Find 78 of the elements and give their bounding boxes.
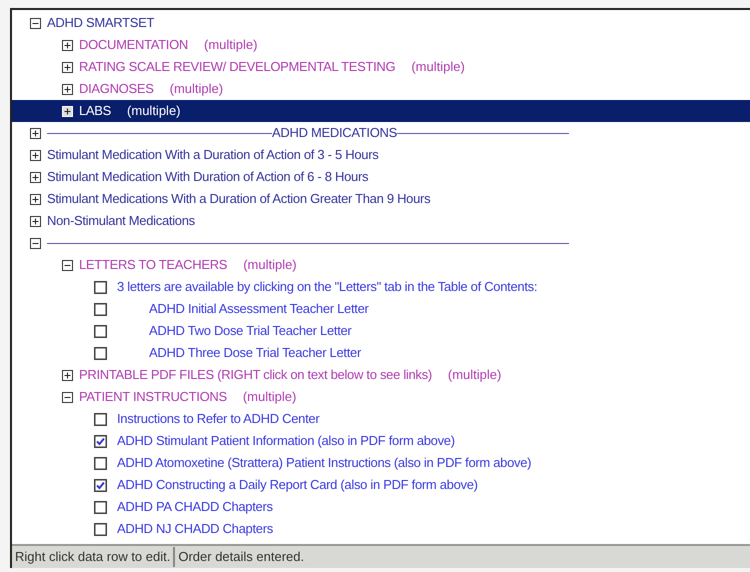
multiple-note: (multiple) <box>127 102 181 120</box>
multiple-note: (multiple) <box>243 256 297 274</box>
order-label: ADHD Initial Assessment Teacher Letter <box>148 300 369 318</box>
group-label: Stimulant Medication With Duration of Action of 6 - 8 Hours <box>47 168 368 186</box>
tree-row[interactable]: ADHD PA CHADD Chapters <box>12 496 750 518</box>
tree-row[interactable]: 3 letters are available by clicking on the "Letters" tab in the Table of Contents: <box>12 276 750 298</box>
multiple-note: (multiple) <box>204 36 258 54</box>
order-label: Instructions to Refer to ADHD Center <box>117 410 320 428</box>
collapse-icon[interactable] <box>30 18 41 28</box>
tree-row[interactable]: Instructions to Refer to ADHD Center <box>12 408 750 430</box>
divider-label: ADHD MEDICATIONS <box>272 124 397 142</box>
section-label: DOCUMENTATION <box>79 36 188 54</box>
tree-row[interactable]: PRINTABLE PDF FILES (RIGHT click on text below to see links) (multiple) <box>12 364 750 386</box>
tree-row[interactable]: LETTERS TO TEACHERS (multiple) <box>12 254 750 276</box>
order-label: ADHD Atomoxetine (Strattera) Patient Instructions (also in PDF form above) <box>117 454 532 472</box>
expand-icon[interactable] <box>30 216 41 226</box>
status-text: Order details entered. <box>177 548 306 566</box>
tree-row[interactable]: DIAGNOSES (multiple) <box>12 78 750 100</box>
checkbox[interactable] <box>94 346 107 360</box>
tree-row[interactable]: ADHD Constructing a Daily Report Card (also in PDF form above) <box>12 474 750 496</box>
selected-tree-row[interactable]: LABS (multiple) <box>12 100 750 122</box>
tree-row[interactable]: ADHD MEDICATIONS <box>12 122 750 144</box>
group-label: Stimulant Medication With a Duration of Action of 3 - 5 Hours <box>47 146 378 164</box>
expand-icon[interactable] <box>62 62 73 72</box>
checkbox[interactable] <box>94 522 107 536</box>
expand-icon[interactable] <box>30 150 41 160</box>
checkbox[interactable] <box>94 324 107 338</box>
checkbox[interactable] <box>94 478 107 492</box>
tree-row[interactable]: PATIENT INSTRUCTIONS (multiple) <box>12 386 750 408</box>
group-label: Non-Stimulant Medications <box>47 212 195 230</box>
section-label: LABS <box>79 102 112 120</box>
collapse-icon[interactable] <box>62 392 73 402</box>
status-text: Right click data row to edit. <box>12 547 176 567</box>
tree-row[interactable]: Non-Stimulant Medications <box>12 210 750 232</box>
tree-row[interactable]: ADHD Atomoxetine (Strattera) Patient Instructions (also in PDF form above) <box>12 452 750 474</box>
checkbox[interactable] <box>94 434 107 448</box>
tree-row[interactable]: Stimulant Medication With a Duration of Action of 3 - 5 Hours <box>12 144 750 166</box>
multiple-note: (multiple) <box>448 366 502 384</box>
checkbox[interactable] <box>94 280 107 294</box>
order-label: 3 letters are available by clicking on the "Letters" tab in the Table of Contents: <box>117 278 538 296</box>
expand-icon[interactable] <box>62 370 73 380</box>
order-label: ADHD Stimulant Patient Information (also in PDF form above) <box>117 432 455 450</box>
group-label: ADHD SMARTSET <box>47 14 154 32</box>
tree-row[interactable]: ADHD Two Dose Trial Teacher Letter <box>12 320 750 342</box>
tree-row[interactable]: ADHD NJ CHADD Chapters <box>12 518 750 540</box>
tree-row[interactable]: ADHD Initial Assessment Teacher Letter <box>12 298 750 320</box>
checkbox[interactable] <box>94 500 107 514</box>
expand-icon[interactable] <box>30 172 41 182</box>
order-label: ADHD Two Dose Trial Teacher Letter <box>148 322 352 340</box>
checkbox[interactable] <box>94 456 107 470</box>
tree-row[interactable]: DOCUMENTATION (multiple) <box>12 34 750 56</box>
tree-row[interactable]: RATING SCALE REVIEW/ DEVELOPMENTAL TESTING (multiple) <box>12 56 750 78</box>
order-label: ADHD PA CHADD Chapters <box>117 498 273 516</box>
collapse-icon[interactable] <box>62 260 73 270</box>
section-label: PRINTABLE PDF FILES (RIGHT click on text below to see links) <box>79 366 432 384</box>
collapse-icon[interactable] <box>30 238 41 248</box>
expand-icon[interactable] <box>30 194 41 204</box>
expand-icon[interactable] <box>30 128 41 138</box>
section-label: LETTERS TO TEACHERS <box>79 256 228 274</box>
order-label: ADHD NJ CHADD Chapters <box>117 520 273 538</box>
tree-row[interactable]: ADHD SMARTSET <box>12 12 750 34</box>
multiple-note: (multiple) <box>242 388 296 406</box>
expand-icon[interactable] <box>62 84 73 94</box>
order-label: ADHD Three Dose Trial Teacher Letter <box>148 344 361 362</box>
order-label: ADHD Constructing a Daily Report Card (also in PDF form above) <box>117 476 478 494</box>
section-label: DIAGNOSES <box>79 80 154 98</box>
tree-row[interactable]: ADHD Stimulant Patient Information (also in PDF form above) <box>12 430 750 452</box>
tree-row[interactable]: Stimulant Medications With a Duration of Action Greater Than 9 Hours <box>12 188 750 210</box>
section-label: PATIENT INSTRUCTIONS <box>79 388 227 406</box>
group-label: Stimulant Medications With a Duration of Action Greater Than 9 Hours <box>47 190 430 208</box>
multiple-note: (multiple) <box>411 58 465 76</box>
section-label: RATING SCALE REVIEW/ DEVELOPMENTAL TESTING <box>79 58 396 76</box>
multiple-note: (multiple) <box>170 80 224 98</box>
checkbox[interactable] <box>94 302 107 316</box>
tree-row[interactable]: ADHD Three Dose Trial Teacher Letter <box>12 342 750 364</box>
checkbox[interactable] <box>94 412 107 426</box>
expand-icon[interactable] <box>62 40 73 50</box>
tree-row[interactable]: Stimulant Medication With Duration of Action of 6 - 8 Hours <box>12 166 750 188</box>
